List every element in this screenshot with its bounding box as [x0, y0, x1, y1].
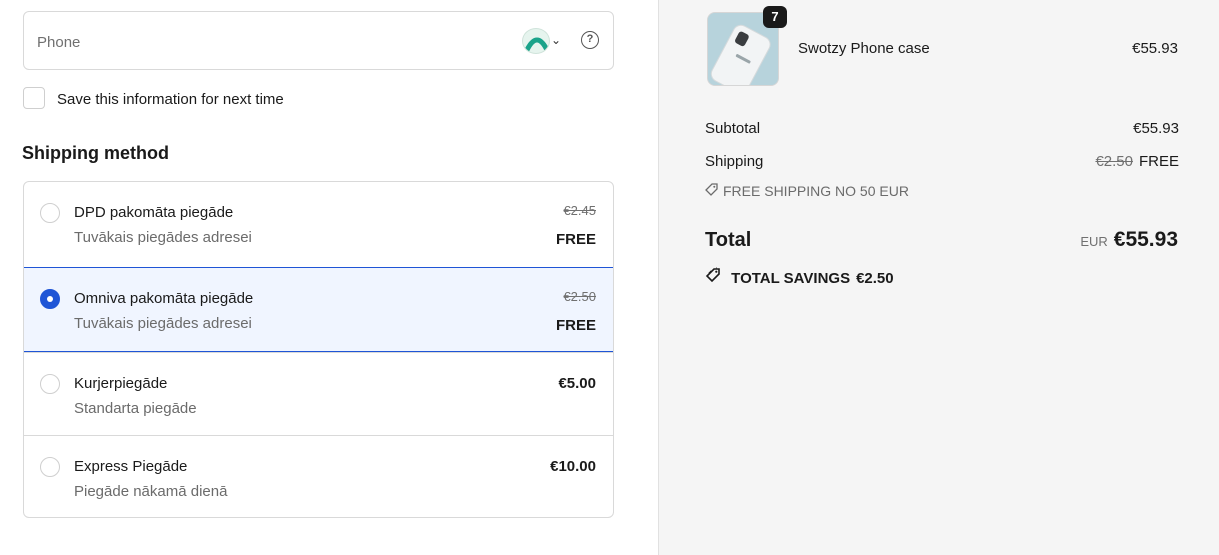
- quantity-badge: 7: [763, 6, 787, 28]
- total-label: Total: [705, 229, 752, 251]
- shipping-option-price: FREE: [555, 231, 596, 248]
- savings-tag-icon: [705, 267, 725, 287]
- shipping-radio[interactable]: [40, 457, 60, 477]
- country-flag-icon: [522, 28, 550, 54]
- phone-placeholder: Phone: [37, 34, 81, 51]
- shipping-radio-selected[interactable]: [40, 289, 60, 309]
- total-savings: TOTAL SAVINGS €2.50: [705, 267, 900, 287]
- shipping-option-name: DPD pakomāta piegāde: [74, 204, 234, 221]
- shipping-option-name: Kurjerpiegāde: [74, 375, 168, 392]
- total-value-group: EUR €55.93: [1080, 228, 1178, 252]
- shipping-label: Shipping: [705, 153, 764, 170]
- shipping-option-price: FREE: [555, 317, 596, 334]
- phone-field[interactable]: Phone ⌄ ?: [23, 11, 614, 70]
- total-amount: €55.93: [1113, 228, 1178, 251]
- subtotal-row: Subtotal €55.93: [705, 120, 1179, 137]
- discount-code: FREE SHIPPING NO 50 EUR: [705, 183, 909, 199]
- save-info-label: Save this information for next time: [57, 91, 284, 108]
- shipping-option-name: Express Piegāde: [74, 458, 188, 475]
- shipping-method-title: Shipping method: [22, 143, 169, 163]
- shipping-option-courier[interactable]: Kurjerpiegāde Standarta piegāde €5.00: [24, 352, 613, 437]
- checkout-form: Phone ⌄ ? Save this information for next…: [0, 0, 658, 555]
- shipping-option-omniva[interactable]: Omniva pakomāta piegāde Tuvākais piegāde…: [24, 267, 613, 352]
- shipping-option-description: Tuvākais piegādes adresei: [74, 229, 252, 246]
- shipping-radio[interactable]: [40, 374, 60, 394]
- product-name: Swotzy Phone case: [798, 40, 930, 57]
- tag-icon: [705, 183, 719, 199]
- chevron-down-icon: ⌄: [551, 33, 562, 47]
- shipping-option-description: Piegāde nākamā dienā: [74, 483, 228, 500]
- shipping-methods-list: DPD pakomāta piegāde Tuvākais piegādes a…: [23, 181, 614, 518]
- shipping-option-dpd[interactable]: DPD pakomāta piegāde Tuvākais piegādes a…: [24, 182, 613, 267]
- shipping-option-description: Tuvākais piegādes adresei: [74, 315, 252, 332]
- shipping-old-price: €2.50: [1095, 153, 1133, 170]
- shipping-value: FREE: [1138, 153, 1179, 170]
- help-icon[interactable]: ?: [581, 31, 599, 49]
- shipping-option-old-price: €2.50: [563, 289, 596, 304]
- savings-label: TOTAL SAVINGS: [731, 270, 851, 287]
- shipping-option-price: €5.00: [558, 375, 596, 392]
- shipping-radio[interactable]: [40, 203, 60, 223]
- order-summary: 7 Swotzy Phone case €55.93 Subtotal €55.…: [658, 0, 1219, 555]
- shipping-option-price: €10.00: [550, 458, 596, 475]
- subtotal-value: €55.93: [1133, 120, 1179, 137]
- save-info-checkbox[interactable]: [23, 87, 45, 109]
- product-price: €55.93: [1132, 40, 1178, 57]
- savings-value: €2.50: [856, 270, 894, 287]
- shipping-option-old-price: €2.45: [563, 203, 596, 218]
- shipping-option-express[interactable]: Express Piegāde Piegāde nākamā dienā €10…: [24, 435, 613, 517]
- discount-code-text: FREE SHIPPING NO 50 EUR: [723, 183, 909, 199]
- shipping-value-group: €2.50 FREE: [1095, 153, 1179, 170]
- subtotal-label: Subtotal: [705, 120, 761, 137]
- currency-code: EUR: [1080, 234, 1108, 249]
- shipping-option-name: Omniva pakomāta piegāde: [74, 290, 254, 307]
- country-code-selector[interactable]: ⌄: [522, 28, 568, 54]
- shipping-row: Shipping €2.50 FREE: [705, 153, 1179, 170]
- shipping-option-description: Standarta piegāde: [74, 400, 197, 417]
